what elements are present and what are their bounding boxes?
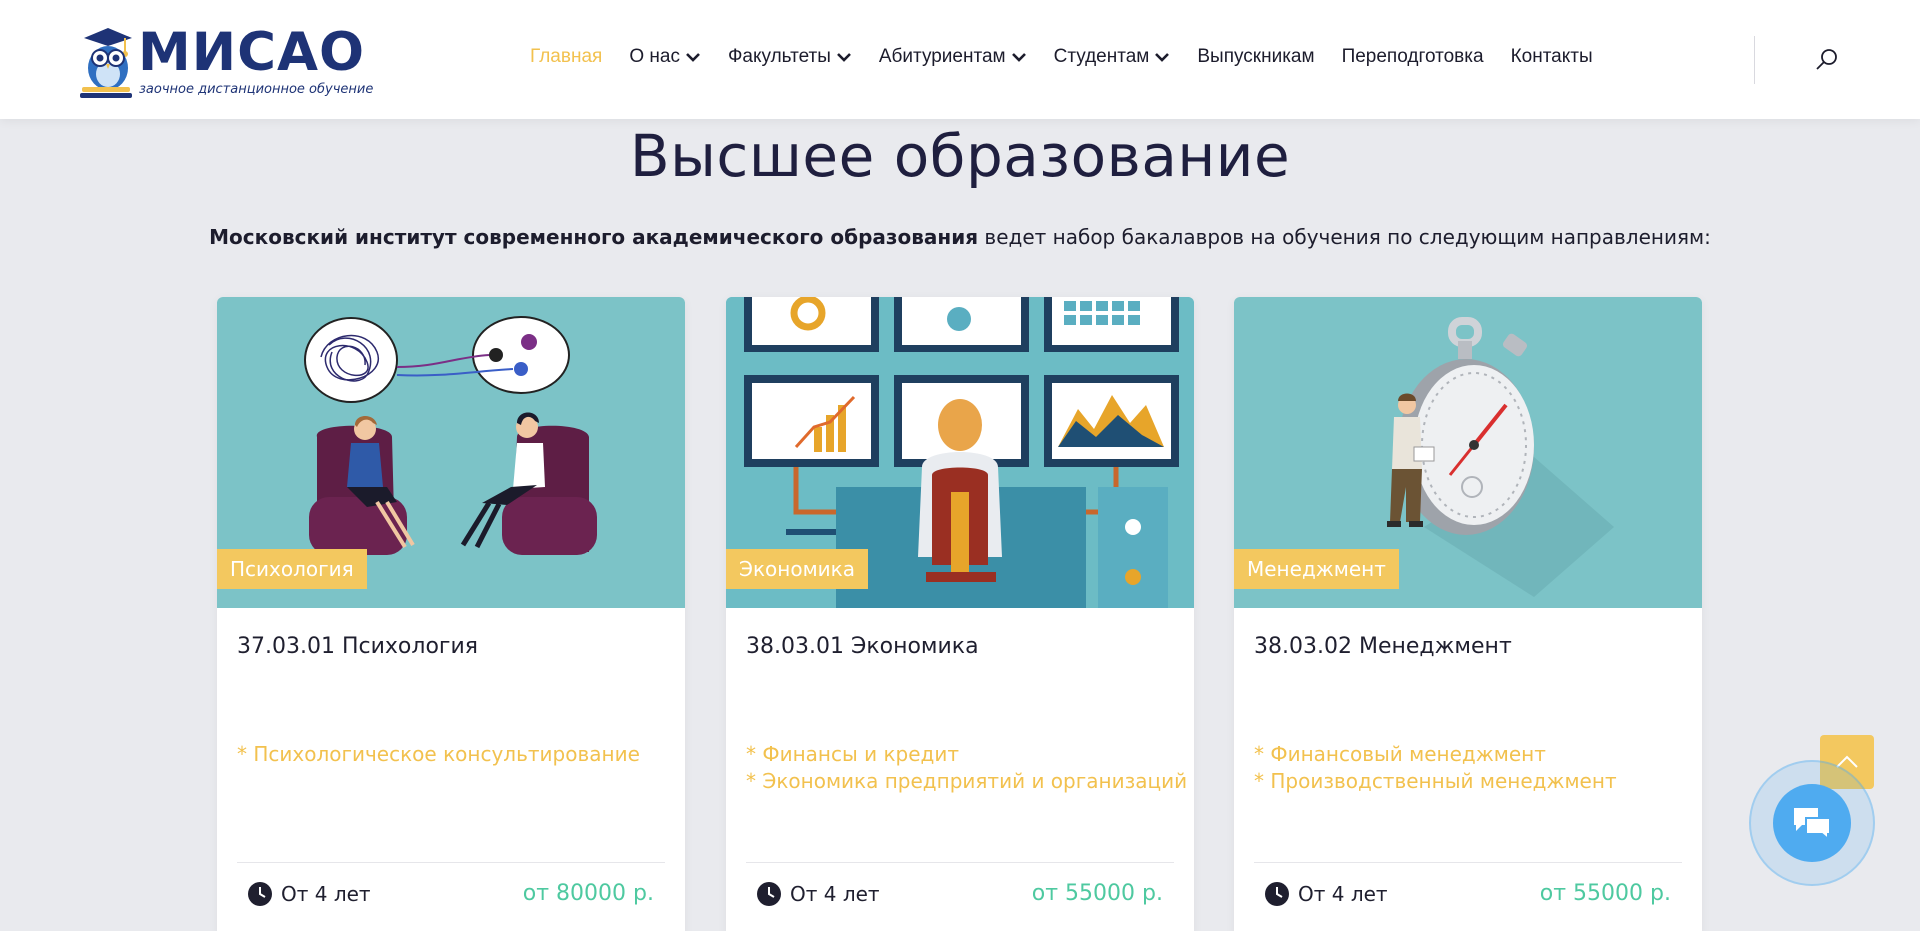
nav-label: О нас [629, 46, 680, 67]
logo-subtitle: заочное дистанционное обучение [139, 82, 374, 97]
program-card-economics[interactable]: Экономика 38.03.01 Экономика * Финансы и… [726, 297, 1194, 931]
nav-item-contacts[interactable]: Контакты [1511, 46, 1593, 68]
card-title[interactable]: 37.03.01 Психология [237, 634, 478, 659]
specialization-item: * Финансовый менеджмент [1254, 742, 1546, 766]
card-divider [746, 862, 1174, 863]
specialization-item: * Производственный менеджмент [1254, 769, 1617, 793]
nav-label: Студентам [1053, 46, 1150, 67]
logo[interactable]: МИСАО заочное дистанционное обучение [80, 22, 380, 104]
site-header: МИСАО заочное дистанционное обучение Гла… [0, 0, 1920, 119]
nav-item-retraining[interactable]: Переподготовка [1342, 46, 1484, 68]
chevron-down-icon [836, 53, 851, 62]
card-price: от 55000 р. [1031, 881, 1163, 906]
nav-divider [1754, 36, 1755, 84]
card-image[interactable]: Психология [217, 297, 685, 608]
duration-label: От 4 лет [790, 882, 880, 906]
chevron-down-icon [1011, 53, 1026, 62]
search-icon [1816, 49, 1837, 70]
card-specializations: * Финансы и кредит * Экономика предприят… [746, 741, 1187, 795]
card-duration: От 4 лет [1264, 881, 1388, 907]
page-subtitle: Московский институт современного академи… [0, 225, 1920, 249]
category-tag[interactable]: Экономика [726, 549, 869, 589]
nav-label: Выпускникам [1197, 46, 1315, 67]
nav-label: Абитуриентам [878, 46, 1006, 67]
chevron-down-icon [1155, 53, 1170, 62]
nav-item-home[interactable]: Главная [530, 46, 602, 68]
nav-item-students[interactable]: Студентам [1054, 46, 1171, 68]
chat-bubbles-icon [1794, 808, 1831, 841]
nav-label: Переподготовка [1341, 46, 1484, 67]
owl-logo-icon [80, 28, 132, 98]
card-specializations: * Финансовый менеджмент * Производственн… [1254, 741, 1617, 795]
nav-label: Факультеты [727, 46, 831, 67]
nav-item-faculties[interactable]: Факультеты [728, 46, 852, 68]
card-duration: От 4 лет [756, 881, 880, 907]
chevron-down-icon [686, 53, 700, 62]
clock-icon [757, 882, 781, 906]
logo-text: МИСАО [138, 22, 366, 83]
search-button[interactable] [1814, 47, 1840, 73]
category-tag[interactable]: Менеджмент [1234, 549, 1399, 589]
specialization-item: * Экономика предприятий и организаций [746, 769, 1188, 793]
program-card-psychology[interactable]: Психология 37.03.01 Психология * Психоло… [217, 297, 685, 931]
card-title[interactable]: 38.03.01 Экономика [746, 634, 979, 659]
card-title[interactable]: 38.03.02 Менеджмент [1254, 634, 1512, 659]
program-card-management[interactable]: Менеджмент 38.03.02 Менеджмент * Финансо… [1234, 297, 1702, 931]
subtitle-bold: Московский институт современного академи… [209, 225, 979, 249]
nav-item-applicants[interactable]: Абитуриентам [879, 46, 1027, 68]
specialization-item: * Психологическое консультирование [237, 742, 640, 766]
category-tag[interactable]: Психология [217, 549, 367, 589]
nav-item-about[interactable]: О нас [629, 46, 701, 68]
nav-label: Главная [530, 46, 603, 67]
card-duration: От 4 лет [247, 881, 371, 907]
nav-label: Контакты [1510, 46, 1593, 67]
duration-label: От 4 лет [1298, 882, 1388, 906]
card-price: от 55000 р. [1539, 881, 1671, 906]
duration-label: От 4 лет [281, 882, 371, 906]
subtitle-rest: ведет набор бакалавров на обучения по сл… [978, 225, 1711, 249]
card-divider [1254, 862, 1682, 863]
card-divider [237, 862, 665, 863]
chat-button[interactable] [1773, 784, 1851, 862]
clock-icon [248, 882, 272, 906]
nav-item-graduates[interactable]: Выпускникам [1197, 46, 1314, 68]
card-price: от 80000 р. [522, 881, 654, 906]
main-nav: Главная О нас Факультеты Абитуриентам Ст… [530, 46, 1620, 68]
card-specializations: * Психологическое консультирование [237, 741, 640, 768]
clock-icon [1265, 882, 1289, 906]
page-title: Высшее образование [629, 122, 1291, 190]
specialization-item: * Финансы и кредит [746, 742, 960, 766]
card-image[interactable]: Менеджмент [1234, 297, 1702, 608]
card-image[interactable]: Экономика [726, 297, 1194, 608]
